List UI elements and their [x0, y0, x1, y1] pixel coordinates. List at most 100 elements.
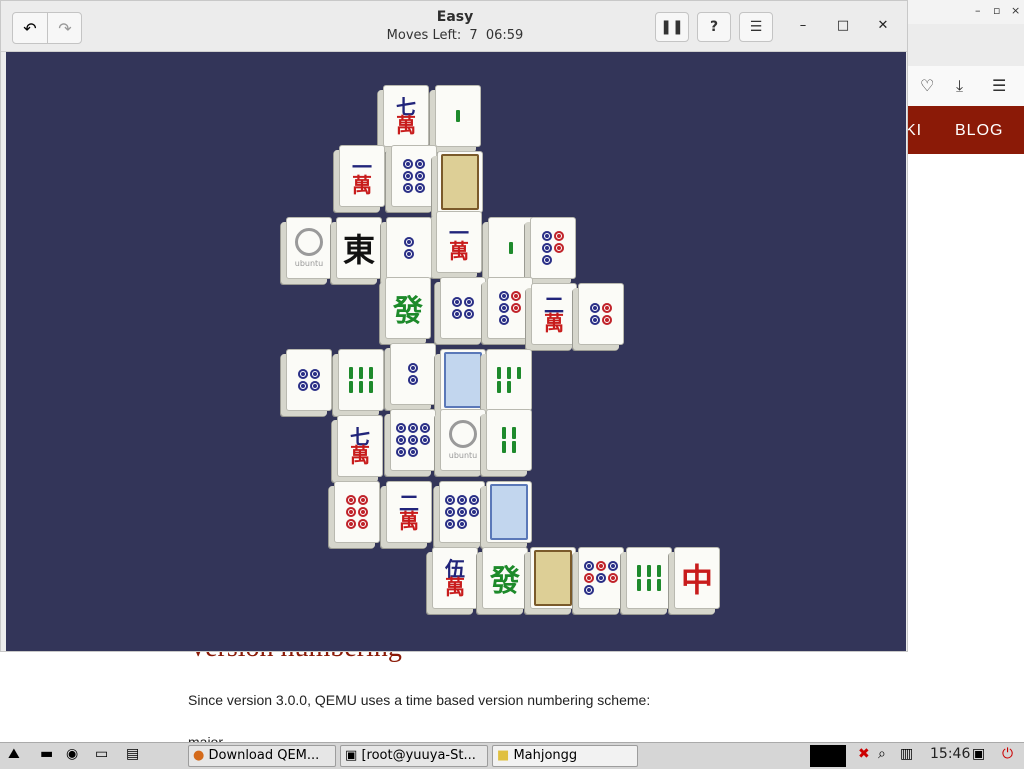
tile-character[interactable]: 七萬	[383, 85, 429, 147]
browser-launcher-icon[interactable]: ◉	[66, 746, 78, 766]
restore-icon[interactable]: ▫	[993, 4, 1000, 17]
task-mahjongg[interactable]: ■ Mahjongg	[492, 745, 638, 767]
bamboo-stick	[517, 367, 521, 379]
minimize-icon[interactable]: –	[975, 4, 981, 17]
tile-face	[590, 303, 612, 325]
maximize-button[interactable]: □	[833, 15, 853, 35]
pip	[499, 315, 509, 325]
show-desktop-icon[interactable]: ▬	[40, 746, 53, 766]
task-terminal[interactable]: ▣ [root@yuuya-St...	[340, 745, 488, 767]
pip	[452, 297, 462, 307]
firefox-icon: ●	[193, 748, 205, 763]
redo-button[interactable]: ↷	[48, 13, 82, 43]
tile-ubuntu[interactable]: ubuntu	[440, 409, 486, 471]
tile-face	[490, 484, 528, 540]
tile-ubuntu[interactable]: ubuntu	[286, 217, 332, 279]
pip	[590, 303, 600, 313]
tile-flower[interactable]	[437, 151, 483, 213]
tile-face: 一萬	[449, 223, 469, 261]
close-button[interactable]: ✕	[873, 15, 893, 35]
bamboo-stick	[369, 381, 373, 393]
tile-dots[interactable]	[386, 217, 432, 279]
hint-button[interactable]: ?	[697, 12, 731, 42]
tile-dots[interactable]	[334, 481, 380, 543]
search-icon[interactable]: ⌕	[878, 746, 886, 766]
tile-bamboo[interactable]	[486, 349, 532, 411]
terminal-icon: ▣	[345, 748, 358, 763]
pip	[584, 573, 594, 583]
bamboo-stick	[647, 565, 651, 577]
pip	[602, 315, 612, 325]
tile-character[interactable]: 二萬	[531, 283, 577, 345]
tile-dots[interactable]	[390, 343, 436, 405]
nav-item-blog[interactable]: BLOG	[955, 122, 1003, 140]
tile-bamboo[interactable]	[488, 217, 534, 279]
tile-dots[interactable]	[440, 277, 486, 339]
tile-character[interactable]: 二萬	[386, 481, 432, 543]
pip	[542, 231, 552, 241]
pip	[608, 561, 618, 571]
tile-dragon[interactable]: 發	[482, 547, 528, 609]
tile-bamboo[interactable]	[486, 409, 532, 471]
tile-flower[interactable]	[530, 547, 576, 609]
tile-dots[interactable]	[286, 349, 332, 411]
pip	[445, 519, 455, 529]
pip	[346, 519, 356, 529]
pip	[408, 423, 418, 433]
tile-dragon[interactable]: 發	[385, 277, 431, 339]
pip	[403, 159, 413, 169]
pip	[590, 315, 600, 325]
tile-bamboo[interactable]	[435, 85, 481, 147]
download-icon[interactable]: ⤓	[956, 76, 963, 96]
task-firefox[interactable]: ● Download QEM...	[188, 745, 336, 767]
tile-face	[499, 291, 521, 325]
hamburger-menu-icon[interactable]: ☰	[992, 76, 1006, 95]
bamboo-stick	[369, 367, 373, 379]
header-bar: ↶ ↷ Easy Moves Left: 7 06:59 ❚❚ ? ☰ – □ …	[1, 1, 907, 52]
tile-dots[interactable]	[578, 283, 624, 345]
tile-wind[interactable]: 東	[336, 217, 382, 279]
monitor-icon[interactable]: ▣	[972, 746, 985, 766]
pause-button[interactable]: ❚❚	[655, 12, 689, 42]
tile-face	[452, 297, 474, 319]
power-icon[interactable]: ⏻	[1002, 746, 1013, 766]
tile-character[interactable]: 一萬	[436, 211, 482, 273]
tile-dots[interactable]	[487, 277, 533, 339]
tile-dots[interactable]	[578, 547, 624, 609]
notes-icon[interactable]: ▤	[126, 746, 139, 766]
tile-face: ubuntu	[449, 420, 477, 460]
moves-label: Moves Left:	[386, 28, 462, 43]
tile-face	[454, 110, 462, 122]
tile-face: ubuntu	[295, 228, 323, 268]
tile-dots[interactable]	[439, 481, 485, 543]
pocket-icon[interactable]: ♡	[920, 76, 934, 95]
tile-season[interactable]	[486, 481, 532, 543]
tile-dots[interactable]	[391, 145, 437, 207]
pip	[554, 231, 564, 241]
tile-character[interactable]: 伍萬	[432, 547, 478, 609]
tile-season[interactable]	[440, 349, 486, 411]
tile-character[interactable]: 七萬	[337, 415, 383, 477]
tile-bamboo[interactable]	[338, 349, 384, 411]
clipboard-icon[interactable]: ▥	[900, 746, 913, 766]
windows-icon[interactable]: ▭	[95, 746, 108, 766]
minimize-button[interactable]: –	[793, 15, 813, 35]
tile-dragon-red[interactable]: 中	[674, 547, 720, 609]
tile-bamboo[interactable]	[626, 547, 672, 609]
pip	[584, 585, 594, 595]
pip	[469, 507, 479, 517]
tile-face	[404, 237, 414, 259]
tile-face	[542, 231, 564, 265]
menu-button[interactable]: ☰	[739, 12, 773, 42]
tile-dots[interactable]	[390, 409, 436, 471]
network-icon[interactable]: ✖	[858, 746, 870, 766]
tile-dots[interactable]	[530, 217, 576, 279]
start-menu-icon[interactable]: ⛰	[8, 746, 20, 766]
close-icon[interactable]: ×	[1011, 4, 1020, 17]
bamboo-stick	[349, 367, 353, 379]
tile-character[interactable]: 一萬	[339, 145, 385, 207]
pip	[408, 435, 418, 445]
tile-face: 七萬	[350, 427, 370, 465]
pip	[408, 375, 418, 385]
undo-button[interactable]: ↶	[13, 13, 47, 43]
